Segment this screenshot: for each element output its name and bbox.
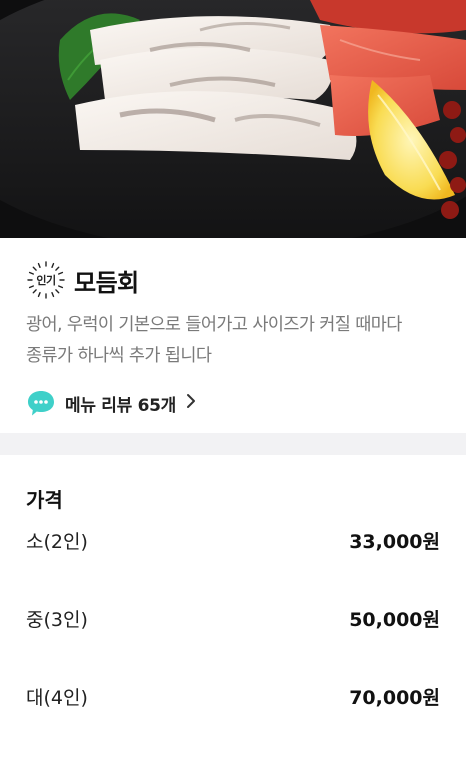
price-option-size: 중(3인) <box>26 608 88 631</box>
menu-review-label: 메뉴 리뷰 65개 <box>65 395 176 416</box>
price-option-size: 소(2인) <box>26 530 88 553</box>
price-option-row: 중(3인) 50,000원 <box>26 579 440 657</box>
price-option-value: 50,000원 <box>349 608 440 631</box>
section-divider <box>0 433 466 455</box>
price-option-value: 70,000원 <box>349 686 440 709</box>
chevron-right-icon <box>186 393 196 413</box>
price-option-row: 소(2인) 33,000원 <box>26 501 440 579</box>
menu-description: 광어, 우럭이 기본으로 들어가고 사이즈가 커질 때마다 종류가 하나씩 추가… <box>26 315 402 366</box>
sashimi-photo <box>0 0 466 238</box>
popular-badge: 인기 <box>26 260 66 300</box>
price-option-value: 33,000원 <box>349 530 440 553</box>
menu-hero-image <box>0 0 466 238</box>
price-option-size: 대(4인) <box>26 686 88 709</box>
menu-info-section: 인기 모듬회 광어, 우럭이 기본으로 들어가고 사이즈가 커질 때마다 종류가… <box>0 238 466 433</box>
popular-badge-label: 인기 <box>36 274 56 287</box>
price-header: 가격 <box>26 488 63 512</box>
price-option-row: 대(4인) 70,000원 <box>26 657 440 735</box>
menu-review-link[interactable]: 메뉴 리뷰 65개 <box>26 388 440 418</box>
menu-title: 모듬회 <box>74 268 139 297</box>
chat-bubble-icon <box>28 391 54 416</box>
price-section: 가격 소(2인) 33,000원 중(3인) 50,000원 대(4인) 70,… <box>0 455 466 735</box>
menu-title-row: 인기 모듬회 <box>26 260 440 300</box>
